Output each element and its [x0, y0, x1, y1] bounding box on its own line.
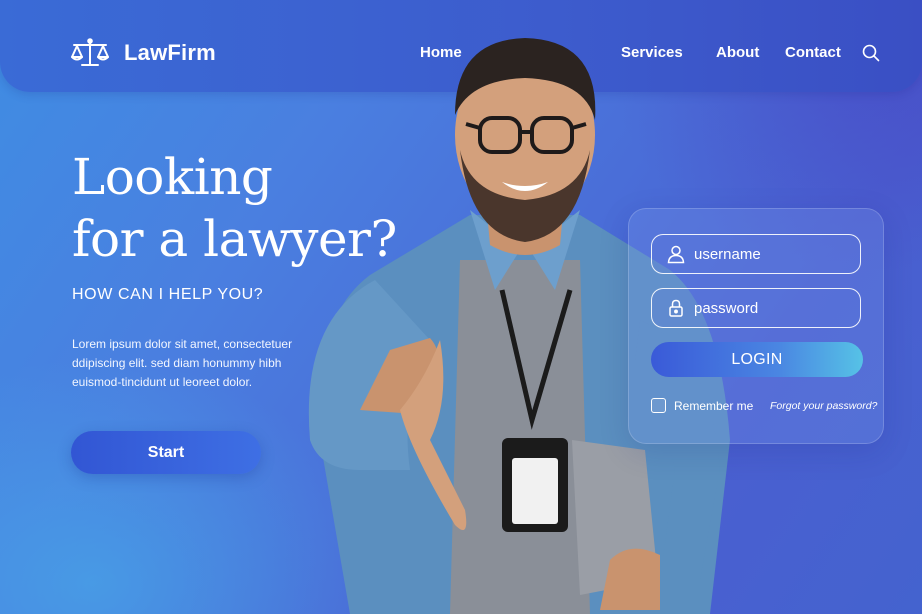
scales-icon	[71, 38, 109, 66]
start-button[interactable]: Start	[71, 431, 261, 474]
brand-logo[interactable]: LawFirm	[70, 36, 216, 70]
password-input[interactable]	[694, 299, 844, 317]
lock-icon	[669, 299, 683, 317]
remember-label: Remember me	[674, 398, 754, 413]
remember-checkbox[interactable]	[651, 398, 666, 413]
login-button[interactable]: LOGIN	[651, 342, 863, 377]
hero-title-line-1: Looking	[72, 148, 273, 206]
forgot-password-link[interactable]: Forgot your password?	[770, 400, 877, 412]
username-input[interactable]	[694, 245, 844, 263]
remember-me[interactable]: Remember me	[651, 398, 753, 413]
brand-name: LawFirm	[124, 40, 216, 65]
hero-title: Looking for a lawyer?	[72, 146, 432, 270]
search-icon[interactable]	[862, 44, 880, 62]
user-icon	[667, 245, 685, 264]
hero-subtitle: HOW CAN I HELP YOU?	[72, 286, 264, 303]
nav-contact[interactable]: Contact	[785, 44, 841, 61]
hero-description: Lorem ipsum dolor sit amet, consectetuer…	[72, 337, 293, 389]
username-field[interactable]	[651, 234, 861, 274]
password-field[interactable]	[651, 288, 861, 328]
hero-title-line-2: for a lawyer?	[72, 210, 397, 268]
